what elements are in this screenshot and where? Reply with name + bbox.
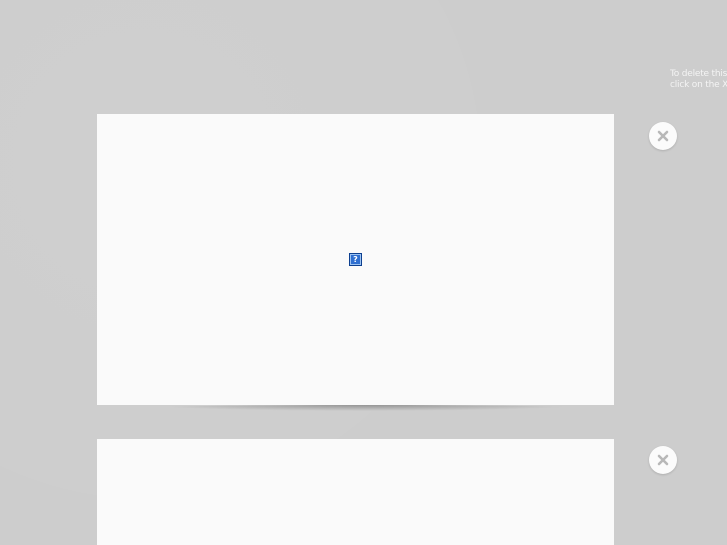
delete-hint-line-1: To delete this: [670, 69, 727, 79]
broken-image-glyph: ?: [353, 254, 358, 264]
delete-slide-2-button[interactable]: [649, 446, 677, 474]
close-icon: [657, 454, 669, 466]
delete-slide-1-button[interactable]: [649, 122, 677, 150]
delete-hint-line-2: click on the X: [670, 80, 727, 90]
slide-1-shadow: [150, 405, 580, 411]
delete-hint: To delete this click on the X: [670, 69, 727, 91]
slide-editor-canvas: To delete this click on the X ?: [0, 0, 727, 545]
close-icon: [657, 130, 669, 142]
broken-image-icon: ?: [349, 253, 362, 266]
slide-2[interactable]: [97, 439, 614, 545]
